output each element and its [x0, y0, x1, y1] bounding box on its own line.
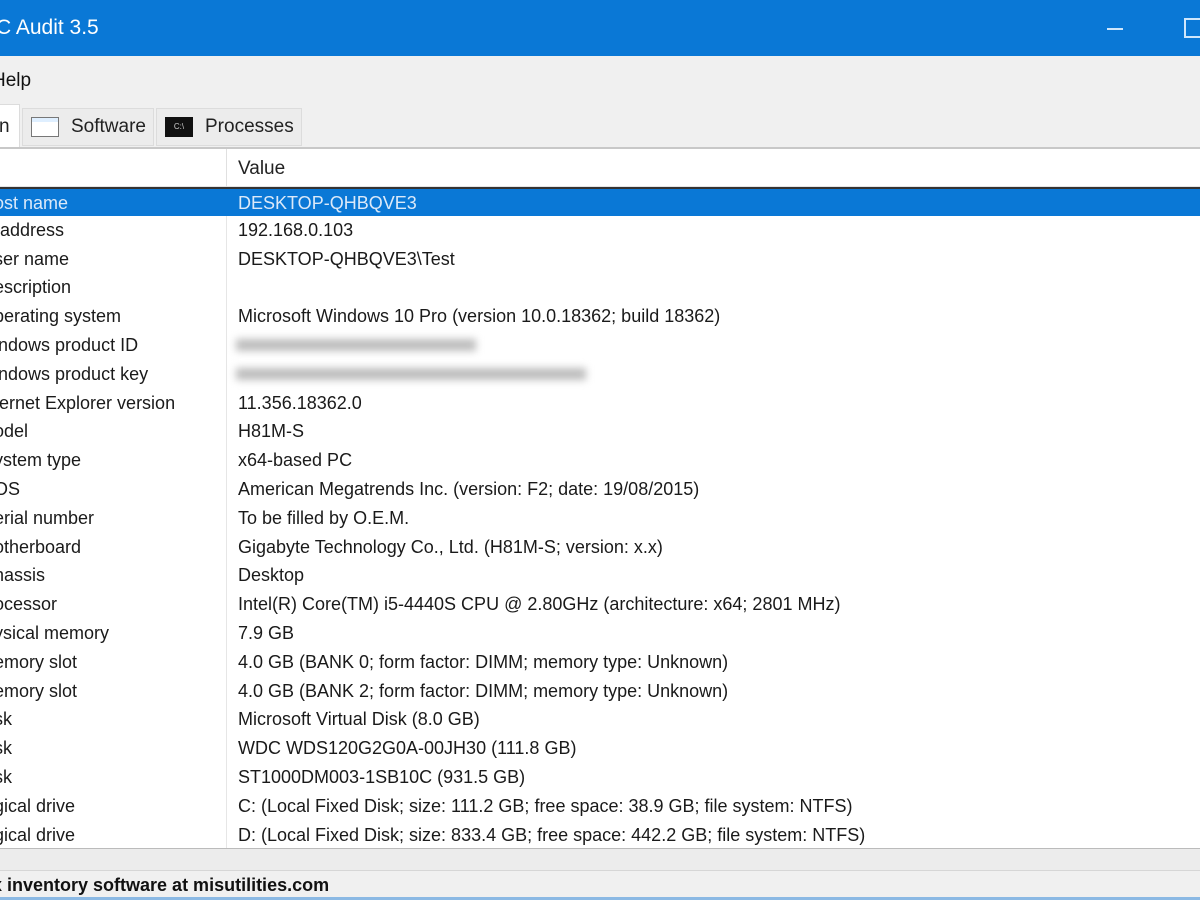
- property-value: 7.9 GB: [238, 623, 295, 643]
- property-name: ternet Explorer version: [0, 392, 176, 413]
- property-name: ocessor: [0, 594, 58, 615]
- property-value: DESKTOP-QHBQVE3: [238, 193, 417, 213]
- tab-system[interactable]: n: [0, 104, 20, 148]
- property-name: ystem type: [0, 450, 82, 471]
- list-row[interactable]: perating system Microsoft Windows 10 Pro …: [0, 302, 1200, 331]
- list-row[interactable]: emory slot 4.0 GB (BANK 2; form factor: D…: [0, 677, 1200, 706]
- tab-label: n: [0, 115, 10, 137]
- property-value: Microsoft Windows 10 Pro (version 10.0.1…: [238, 306, 721, 327]
- tab-label: Software: [71, 116, 146, 137]
- tab-label: Processes: [205, 116, 294, 137]
- list-row[interactable]: odel H81M-S: [0, 417, 1200, 446]
- status-bar: x inventory software at misutilities.com: [0, 870, 1200, 900]
- list-row[interactable]: ternet Explorer version 11.356.18362.0: [0, 389, 1200, 418]
- property-name: odel: [0, 421, 29, 442]
- property-name: ysical memory: [0, 623, 110, 643]
- property-value: C: (Local Fixed Disk; size: 111.2 GB; fr…: [238, 795, 853, 816]
- property-value: ST1000DM003-1SB10C (931.5 GB): [238, 767, 526, 787]
- horizontal-scroll-area: [0, 848, 1200, 870]
- list-row[interactable]: ser name DESKTOP-QHBQVE3\Test: [0, 245, 1200, 274]
- minimize-button[interactable]: [1102, 18, 1128, 38]
- tab-strip: n Software C:\ Processes: [0, 102, 1200, 148]
- property-name: emory slot: [0, 651, 78, 672]
- property-name: otherboard: [0, 536, 82, 557]
- list-header: Value: [0, 149, 1200, 187]
- property-name: erial number: [0, 507, 95, 528]
- list-row[interactable]: ystem type x64-based PC: [0, 446, 1200, 475]
- property-value: Desktop: [238, 565, 305, 586]
- property-value: DESKTOP-QHBQVE3\Test: [238, 248, 455, 269]
- list-row[interactable]: escription: [0, 273, 1200, 302]
- property-name: indows product ID: [0, 335, 139, 355]
- list-row[interactable]: gical drive D: (Local Fixed Disk; size: 8…: [0, 821, 1200, 850]
- property-name: ser name: [0, 248, 70, 269]
- maximize-button[interactable]: [1184, 18, 1200, 38]
- redacted-value: [236, 339, 476, 351]
- property-name: sk: [0, 709, 12, 730]
- list-row[interactable]: sk Microsoft Virtual Disk (8.0 GB): [0, 705, 1200, 734]
- property-name: gical drive: [0, 824, 76, 845]
- property-name: OS: [0, 479, 21, 499]
- list-row[interactable]: gical drive C: (Local Fixed Disk; size: 1…: [0, 792, 1200, 821]
- list-row[interactable]: hassis Desktop: [0, 561, 1200, 590]
- property-name: sk: [0, 738, 12, 759]
- property-name: indows product key: [0, 363, 149, 384]
- property-value: H81M-S: [238, 421, 305, 442]
- list-row[interactable]: ysical memory 7.9 GB: [0, 619, 1200, 648]
- console-icon: C:\: [165, 117, 193, 137]
- list-row[interactable]: ocessor Intel(R) Core(TM) i5-4440S CPU @ …: [0, 590, 1200, 619]
- list-row[interactable]: ost name DESKTOP-QHBQVE3: [0, 187, 1200, 216]
- property-name: sk: [0, 767, 12, 787]
- title-bar: C Audit 3.5: [0, 0, 1200, 56]
- column-header-value[interactable]: Value: [238, 158, 285, 180]
- property-name: -address: [0, 219, 65, 240]
- list-row[interactable]: emory slot 4.0 GB (BANK 0; form factor: D…: [0, 648, 1200, 677]
- tab-software[interactable]: Software: [22, 108, 154, 146]
- list-row[interactable]: OS American Megatrends Inc. (version: F2;…: [0, 475, 1200, 504]
- properties-list[interactable]: Value ost name DESKTOP-QHBQVE3 -address 192…: [0, 147, 1200, 850]
- property-name: hassis: [0, 565, 46, 586]
- property-value: Microsoft Virtual Disk (8.0 GB): [238, 709, 480, 730]
- property-name: ost name: [0, 193, 69, 213]
- property-value: Intel(R) Core(TM) i5-4440S CPU @ 2.80GHz…: [238, 594, 841, 615]
- property-value: 4.0 GB (BANK 0; form factor: DIMM; memor…: [238, 651, 729, 672]
- property-value: To be filled by O.E.M.: [238, 507, 410, 528]
- status-text[interactable]: x inventory software at misutilities.com: [0, 875, 329, 896]
- property-value: American Megatrends Inc. (version: F2; d…: [238, 479, 700, 499]
- list-row[interactable]: indows product ID: [0, 331, 1200, 360]
- list-row[interactable]: sk ST1000DM003-1SB10C (931.5 GB): [0, 763, 1200, 792]
- redacted-value: [236, 367, 586, 380]
- column-divider[interactable]: [226, 149, 227, 187]
- property-value: Gigabyte Technology Co., Ltd. (H81M-S; v…: [238, 536, 663, 557]
- property-value: WDC WDS120G2G0A-00JH30 (111.8 GB): [238, 738, 577, 759]
- window-icon: [31, 117, 59, 137]
- window-title: C Audit 3.5: [0, 16, 99, 39]
- menu-bar: Help: [0, 58, 1200, 102]
- list-row[interactable]: -address 192.168.0.103: [0, 216, 1200, 245]
- property-name: perating system: [0, 306, 122, 327]
- menu-help[interactable]: Help: [0, 70, 31, 92]
- property-value: D: (Local Fixed Disk; size: 833.4 GB; fr…: [238, 824, 866, 845]
- property-name: escription: [0, 277, 72, 298]
- list-row[interactable]: otherboard Gigabyte Technology Co., Ltd. …: [0, 533, 1200, 562]
- property-value: 192.168.0.103: [238, 219, 354, 240]
- property-value: 4.0 GB (BANK 2; form factor: DIMM; memor…: [238, 680, 729, 701]
- list-row[interactable]: sk WDC WDS120G2G0A-00JH30 (111.8 GB): [0, 734, 1200, 763]
- property-value: 11.356.18362.0: [238, 392, 362, 413]
- property-name: gical drive: [0, 795, 76, 816]
- property-name: emory slot: [0, 680, 78, 701]
- tab-processes[interactable]: C:\ Processes: [156, 108, 302, 146]
- property-value: x64-based PC: [238, 450, 353, 471]
- list-row[interactable]: indows product key: [0, 360, 1200, 389]
- list-row[interactable]: erial number To be filled by O.E.M.: [0, 504, 1200, 533]
